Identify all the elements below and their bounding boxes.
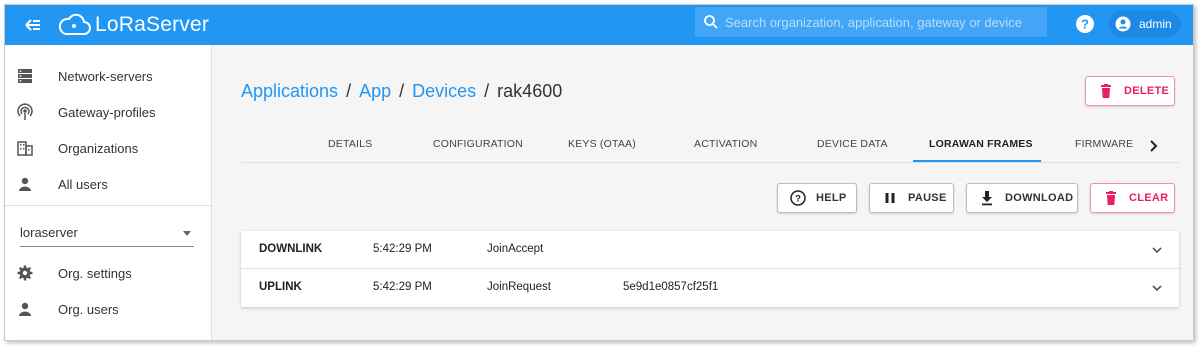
pause-button-label: PAUSE <box>908 192 947 204</box>
collapse-menu-icon[interactable] <box>21 13 45 37</box>
expand-more-icon[interactable] <box>1151 282 1163 294</box>
svg-text:?: ? <box>1081 17 1089 32</box>
user-name: admin <box>1139 17 1172 31</box>
help-button[interactable]: ? HELP <box>777 183 857 213</box>
tab-activation[interactable]: ACTIVATION <box>694 138 757 150</box>
app-window: LoRaServer ? admin <box>4 4 1194 341</box>
chevron-down-icon <box>183 231 191 236</box>
top-app-bar: LoRaServer ? admin <box>5 5 1193 45</box>
chevron-right-icon[interactable] <box>1145 138 1161 154</box>
sidebar-item-label: Organizations <box>58 140 139 156</box>
sidebar-item-all-users[interactable]: All users <box>5 167 212 201</box>
building-icon <box>17 141 33 156</box>
delete-button[interactable]: DELETE <box>1085 76 1175 106</box>
trash-icon <box>1101 84 1111 98</box>
lorawan-frames-list: DOWNLINK 5:42:29 PM JoinAccept UPLINK 5:… <box>241 231 1179 307</box>
device-tabs: DETAILS CONFIGURATION KEYS (OTAA) ACTIVA… <box>241 130 1179 163</box>
person-icon <box>19 302 31 316</box>
clear-button[interactable]: CLEAR <box>1090 183 1175 213</box>
user-menu-button[interactable]: admin <box>1109 11 1181 37</box>
breadcrumb-separator: / <box>484 81 490 101</box>
sidebar-item-org-users[interactable]: Org. users <box>5 292 212 326</box>
help-button-label: HELP <box>816 192 847 204</box>
tab-lorawan-frames[interactable]: LORAWAN FRAMES <box>929 138 1033 150</box>
brand-name: LoRaServer <box>95 13 210 36</box>
frame-type: JoinRequest <box>487 281 551 293</box>
sidebar-item-gateway-profiles[interactable]: Gateway-profiles <box>5 95 212 129</box>
person-icon <box>19 177 31 191</box>
sidebar-divider <box>5 205 212 206</box>
clear-button-label: CLEAR <box>1129 192 1169 204</box>
frame-direction: UPLINK <box>259 281 302 293</box>
frame-time: 5:42:29 PM <box>373 281 432 293</box>
server-icon <box>18 69 32 83</box>
download-button-label: DOWNLOAD <box>1005 192 1074 204</box>
pause-button[interactable]: PAUSE <box>869 183 954 213</box>
sidebar-item-label: Org. settings <box>58 265 132 281</box>
breadcrumb-separator: / <box>399 81 405 101</box>
svg-text:?: ? <box>795 194 801 205</box>
download-button[interactable]: DOWNLOAD <box>966 183 1078 213</box>
tab-firmware[interactable]: FIRMWARE <box>1075 138 1133 150</box>
tab-details[interactable]: DETAILS <box>328 138 372 150</box>
sidebar-item-label: All users <box>58 176 108 192</box>
sidebar-item-org-settings[interactable]: Org. settings <box>5 256 212 290</box>
sidebar-item-label: Gateway-profiles <box>58 104 156 120</box>
pause-icon <box>885 193 895 203</box>
frame-type: JoinAccept <box>487 243 544 255</box>
frame-direction: DOWNLINK <box>259 243 323 255</box>
search-input[interactable] <box>725 14 1045 30</box>
delete-button-label: DELETE <box>1124 85 1170 97</box>
breadcrumb-device: rak4600 <box>497 81 563 101</box>
breadcrumb-applications[interactable]: Applications <box>241 81 338 102</box>
tab-keys-otaa[interactable]: KEYS (OTAA) <box>568 138 636 150</box>
tab-device-data[interactable]: DEVICE DATA <box>817 138 888 150</box>
active-tab-indicator <box>913 160 1041 162</box>
sidebar-item-organizations[interactable]: Organizations <box>5 131 212 165</box>
breadcrumb-devices[interactable]: Devices <box>412 81 476 102</box>
help-circle-icon: ? <box>790 190 806 206</box>
organization-select-value: loraserver <box>20 225 78 240</box>
trash-icon <box>1106 191 1116 205</box>
gear-icon <box>17 265 33 281</box>
sidebar: Network-servers Gateway-profiles Organiz… <box>5 45 212 340</box>
search-icon <box>704 15 718 29</box>
organization-select[interactable]: loraserver <box>20 221 194 247</box>
help-icon[interactable]: ? <box>1075 14 1095 34</box>
cloud-logo-icon <box>58 13 91 35</box>
brand-logo[interactable]: LoRaServer <box>57 10 209 40</box>
frame-row[interactable]: UPLINK 5:42:29 PM JoinRequest 5e9d1e0857… <box>241 269 1179 307</box>
tab-configuration[interactable]: CONFIGURATION <box>433 138 523 150</box>
frame-time: 5:42:29 PM <box>373 243 432 255</box>
expand-more-icon[interactable] <box>1151 244 1163 256</box>
sidebar-item-label: Org. users <box>58 301 119 317</box>
account-icon <box>1115 16 1131 32</box>
sidebar-item-label: Network-servers <box>58 68 153 84</box>
search-box[interactable] <box>695 7 1047 37</box>
broadcast-icon <box>17 103 33 120</box>
breadcrumb-app[interactable]: App <box>359 81 391 102</box>
download-icon <box>982 191 992 206</box>
sidebar-item-network-servers[interactable]: Network-servers <box>5 59 212 93</box>
frame-row[interactable]: DOWNLINK 5:42:29 PM JoinAccept <box>241 231 1179 269</box>
breadcrumb: Applications / App / Devices / rak4600 <box>241 81 562 102</box>
frame-dev-eui: 5e9d1e0857cf25f1 <box>623 281 719 293</box>
breadcrumb-separator: / <box>346 81 352 101</box>
